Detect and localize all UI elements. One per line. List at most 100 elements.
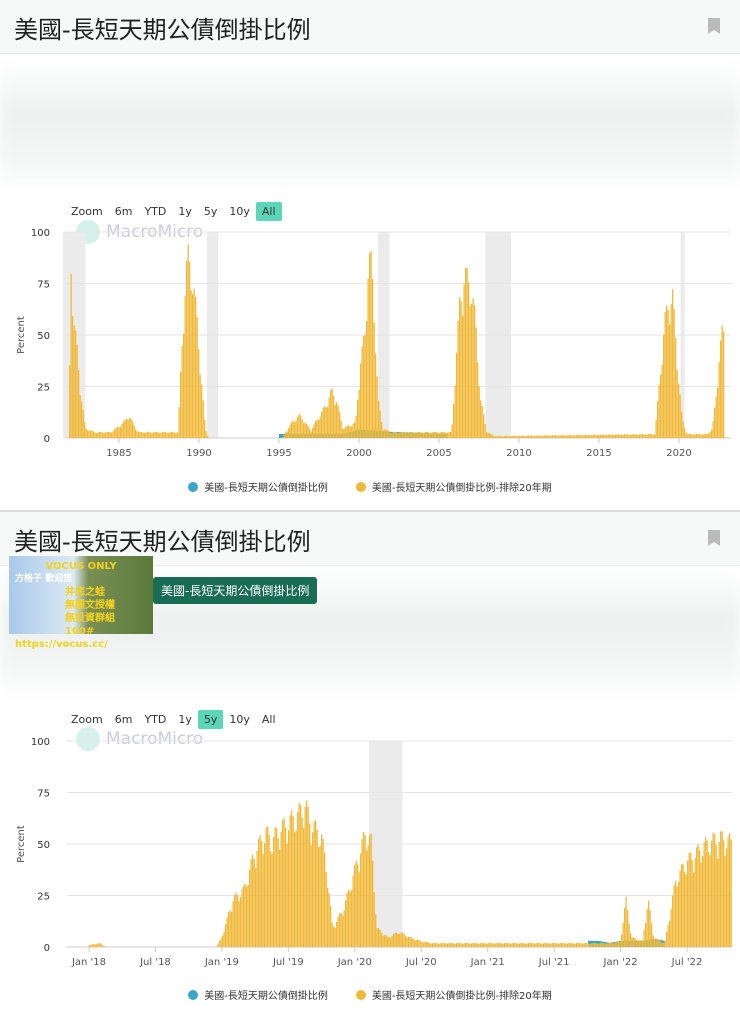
bar-ex20 [429,943,431,947]
bar-ex20 [636,939,638,947]
bar-ex20 [279,850,281,947]
bar-ex20 [511,943,513,947]
bar-ex20 [177,432,179,438]
bar-ex20 [697,844,699,947]
bar-ex20 [378,400,380,438]
bar-ex20 [631,937,633,947]
bar-ex20 [325,871,327,947]
bar-ex20 [666,305,668,438]
legend-item[interactable]: 美國-長短天期公債倒掛比例-排除20年期 [355,987,552,1002]
bar-ex20 [661,364,663,438]
bar-ex20 [336,921,338,947]
bar-ex20 [519,943,521,947]
bar-ex20 [594,434,596,438]
legend-item[interactable]: 美國-長短天期公債倒掛比例 [188,479,328,494]
legend-item[interactable]: 美國-長短天期公債倒掛比例-排除20年期 [355,479,552,494]
bar-ex20 [154,431,156,438]
bar-ex20 [394,932,396,947]
bar-ex20 [216,946,218,947]
bar-ex20 [657,938,659,947]
bar-ex20 [331,388,333,438]
chart-panel-all: 美國-長短天期公債倒掛比例 Zoom 6m YTD 1y 5y 10y All MacroM… [0,0,740,510]
bar-ex20 [561,942,563,947]
bar-ex20 [523,435,525,438]
bar-ex20 [294,421,296,438]
bar-ex20 [576,943,578,947]
bar-ex20 [411,937,413,947]
bar-ex20 [445,433,447,438]
x-tick-label: Jul '22 [671,957,703,968]
bar-ex20 [388,431,390,438]
bar-ex20 [723,840,725,947]
bar-ex20 [724,856,726,947]
bar-ex20 [720,831,722,947]
bar-ex20 [318,847,320,947]
legend-dot-icon [188,989,199,1000]
bar-ex20 [426,941,428,947]
bar-ex20 [634,434,636,438]
bar-ex20 [490,942,492,947]
bar-ex20 [654,938,656,947]
bar-ex20 [402,932,404,947]
bar-ex20 [679,394,681,438]
bar-ex20 [705,433,707,438]
x-tick-label: Jan '21 [470,957,505,968]
bar-ex20 [466,942,468,947]
bar-ex20 [97,432,99,438]
bar-ex20 [481,405,483,438]
bar-ex20 [726,848,728,947]
bar-ex20 [373,892,375,947]
bar-ex20 [615,942,617,947]
bar-ex20 [142,432,144,438]
bar-ex20 [501,436,503,438]
bar-ex20 [475,327,477,438]
bar-ex20 [495,436,497,438]
bar-ex20 [327,406,329,438]
bar-ex20 [643,929,645,947]
bar-ex20 [397,432,399,438]
x-tick-label: Jul '21 [538,957,570,968]
bar-ex20 [663,942,665,947]
bar-ex20 [310,431,312,438]
bar-ex20 [651,923,653,947]
bar-ex20 [558,943,560,947]
bar-ex20 [288,428,290,438]
bar-ex20 [664,312,666,438]
bar-ex20 [537,942,539,947]
bar-ex20 [346,892,348,947]
bar-ex20 [199,374,201,438]
bar-ex20 [352,875,354,947]
bar-ex20 [388,936,390,947]
bar-ex20 [535,943,537,947]
bar-ex20 [667,310,669,438]
x-tick-label: Jul '19 [272,957,304,968]
x-tick-label: 2005 [426,448,451,459]
bar-ex20 [414,940,416,947]
bar-ex20 [457,942,459,947]
bar-ex20 [496,943,498,947]
bar-ex20 [463,943,465,947]
bar-ex20 [675,338,677,438]
bar-ex20 [400,432,402,438]
bar-ex20 [448,943,450,947]
legend-item[interactable]: 美國-長短天期公債倒掛比例 [188,987,328,1002]
bar-ex20 [315,421,317,438]
bar-ex20 [469,305,471,438]
bar-ex20 [525,943,527,947]
bar-ex20 [108,431,110,438]
bar-ex20 [345,900,347,947]
bar-ex20 [249,869,251,947]
bar-ex20 [405,935,407,947]
bar-ex20 [100,943,102,947]
bar-ex20 [289,815,291,947]
bar-ex20 [334,404,336,438]
bar-ex20 [321,834,323,947]
bar-ex20 [685,874,687,947]
bar-ex20 [361,838,363,947]
bar-ex20 [498,435,500,438]
bar-ex20 [433,431,435,438]
bar-ex20 [151,433,153,438]
bar-ex20 [264,843,266,947]
bar-ex20 [418,940,420,947]
bar-ex20 [307,425,309,438]
